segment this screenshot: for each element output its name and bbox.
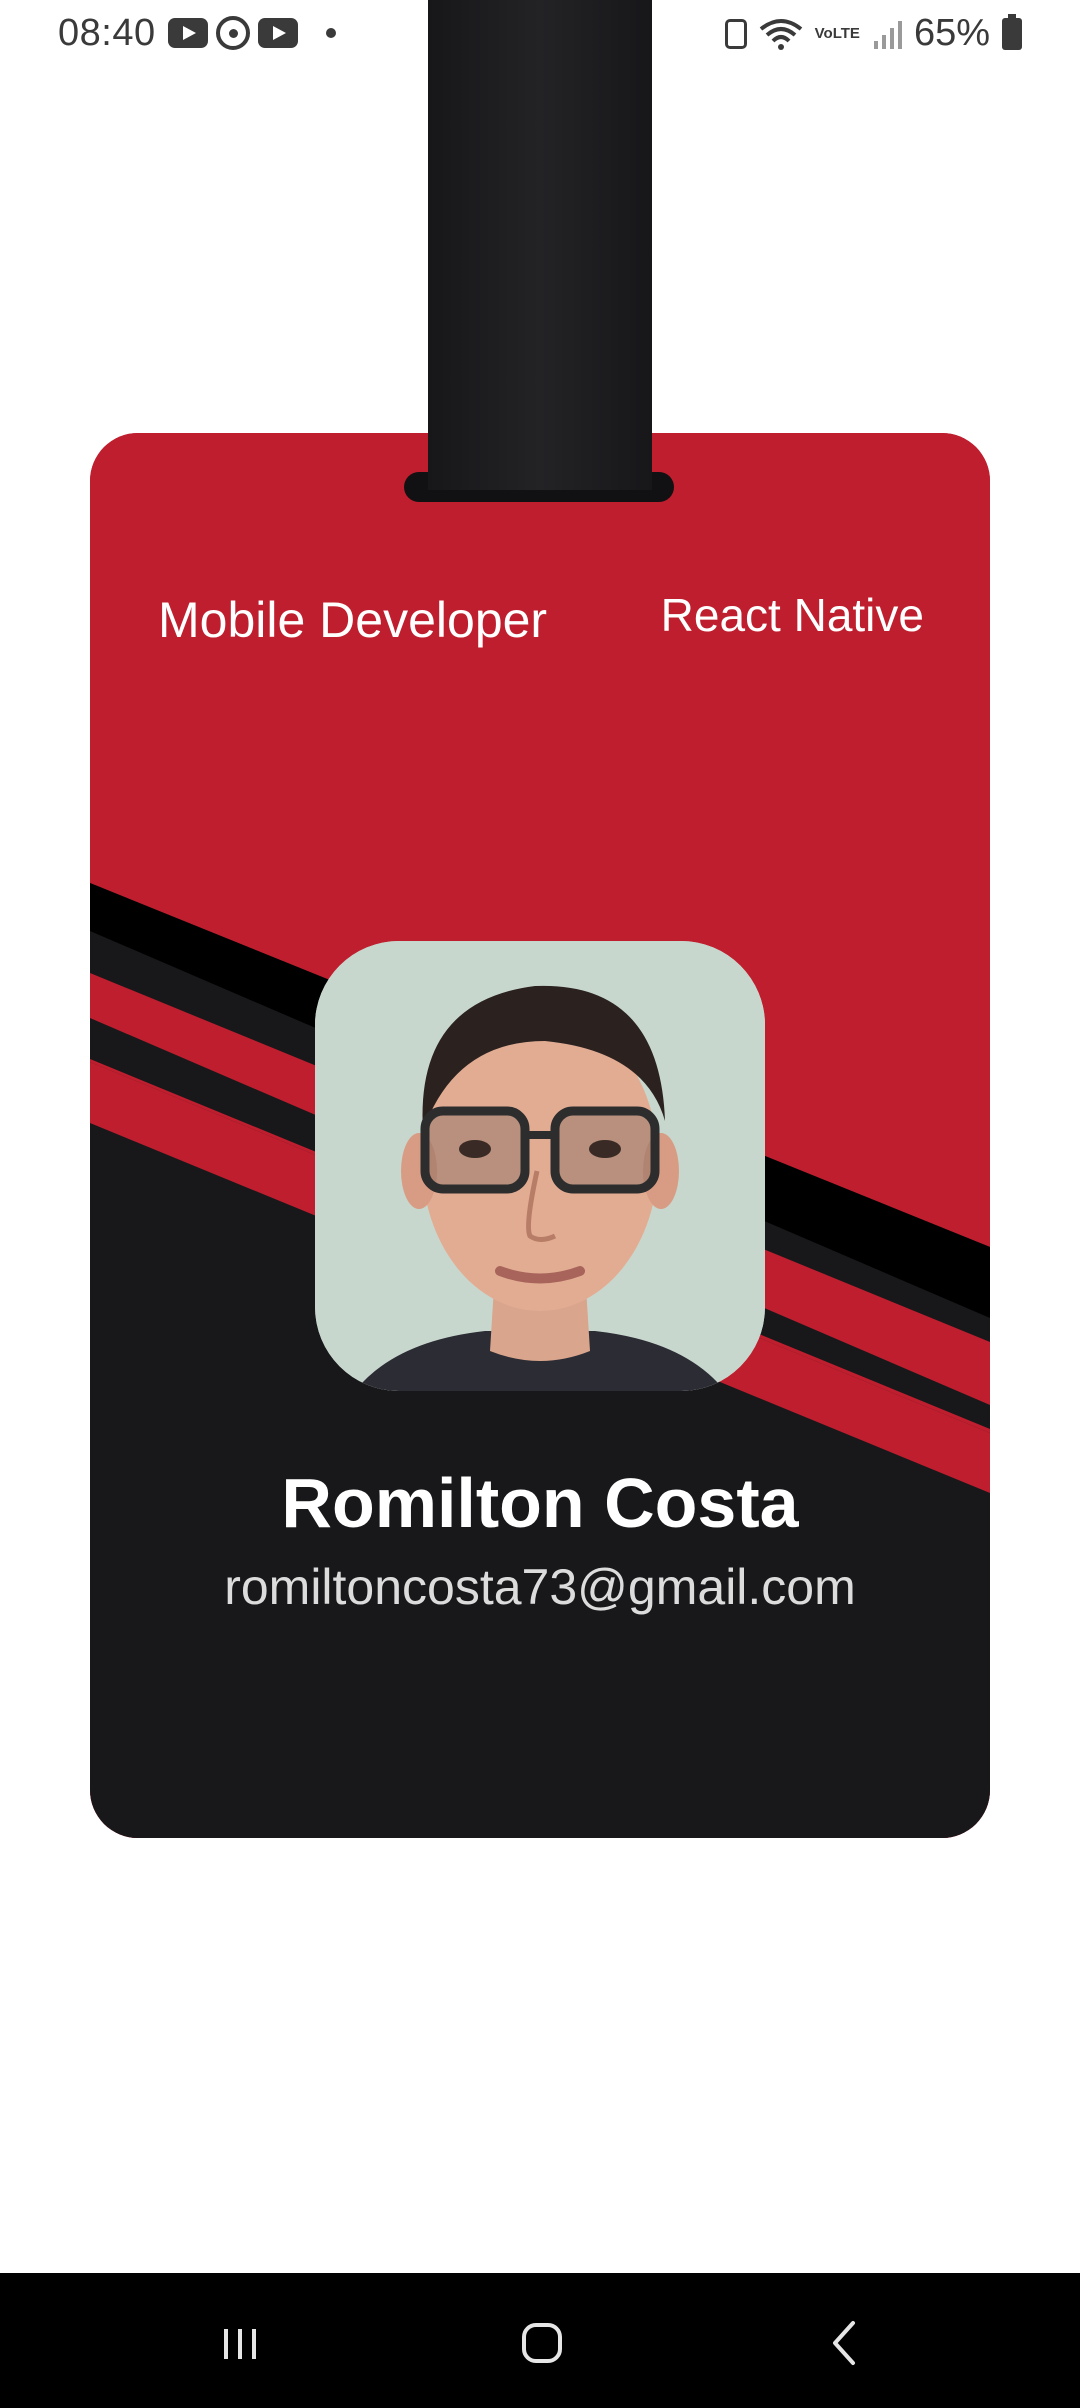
whatsapp-icon [216, 16, 250, 50]
wifi-icon [759, 18, 802, 50]
more-notifications-dot-icon [326, 28, 336, 38]
recents-icon [224, 2329, 256, 2359]
signal-icon [873, 20, 902, 49]
youtube-icon [168, 18, 208, 48]
lanyard-strap [428, 0, 652, 490]
person-email: romiltoncosta73@gmail.com [224, 1559, 856, 1615]
person-name: Romilton Costa [281, 1464, 799, 1542]
back-button[interactable] [805, 2308, 885, 2378]
nfc-icon [724, 18, 747, 49]
youtube-icon [258, 18, 298, 48]
system-icons: VoLTE 65% [724, 12, 1022, 55]
home-icon [522, 2323, 562, 2363]
battery-percent: 65% [913, 12, 990, 54]
id-badge-card: Mobile Developer React Native Romilton C… [90, 433, 990, 1838]
profile-portrait-illustration [315, 941, 765, 1391]
home-button[interactable] [502, 2308, 582, 2378]
clock: 08:40 [58, 12, 156, 54]
back-icon [833, 2321, 855, 2365]
tech-label: React Native [660, 589, 924, 641]
volte-icon: VoLTE [814, 25, 860, 42]
battery-icon [1002, 13, 1022, 50]
system-nav-bar [0, 2273, 1080, 2408]
notification-icons [168, 16, 336, 50]
recents-button[interactable] [200, 2308, 280, 2378]
role-label: Mobile Developer [158, 592, 548, 648]
profile-photo [315, 941, 765, 1391]
